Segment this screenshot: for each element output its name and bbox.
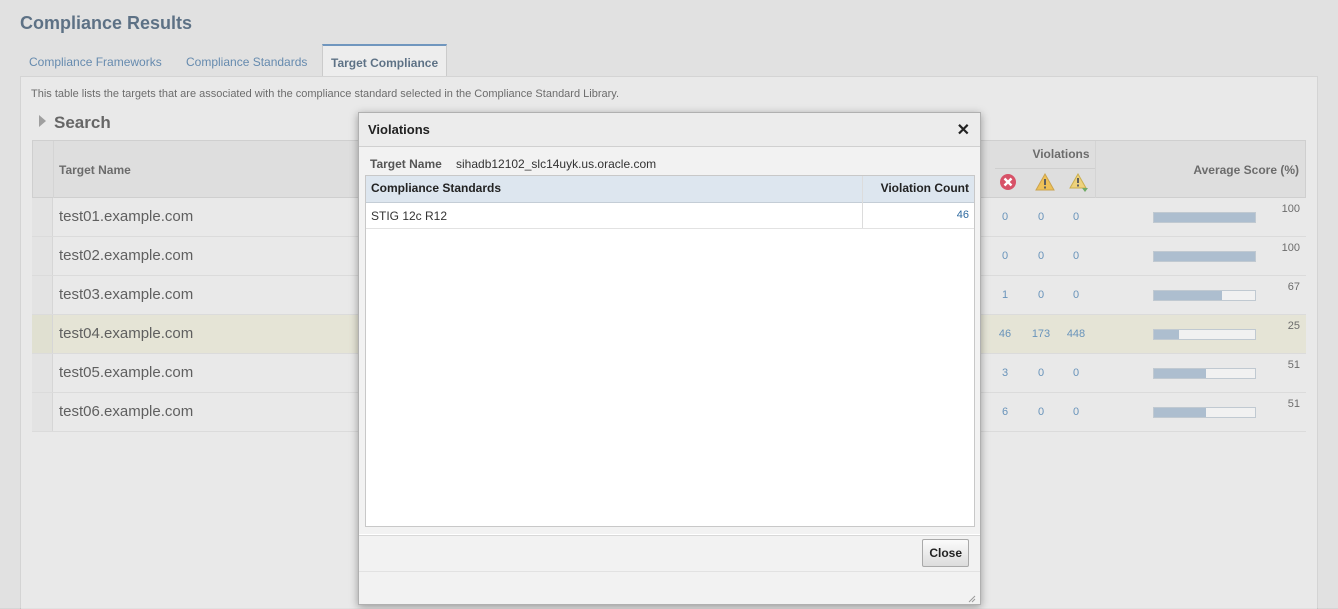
violations-table: Compliance Standards Violation Count STI… (365, 175, 975, 527)
target-name-value: sihadb12102_slc14uyk.us.oracle.com (456, 157, 657, 171)
resize-grip-icon[interactable] (966, 590, 976, 603)
dialog-footer: Close (359, 535, 980, 604)
violation-count-link[interactable]: 46 (957, 209, 969, 221)
compliance-standard-name: STIG 12c R12 (371, 209, 448, 223)
dialog-title: Violations (368, 122, 430, 137)
table-row[interactable]: STIG 12c R12 46 (366, 203, 974, 229)
target-name-label: Target Name (370, 157, 442, 171)
column-header-compliance-standards[interactable]: Compliance Standards (371, 181, 501, 195)
violations-table-header: Compliance Standards Violation Count (366, 176, 974, 203)
column-header-violation-count[interactable]: Violation Count (881, 181, 969, 195)
dialog-body: Target Name sihadb12102_slc14uyk.us.orac… (359, 147, 980, 534)
violations-dialog: Violations ✕ Target Name sihadb12102_slc… (358, 112, 981, 605)
close-button[interactable]: Close (922, 539, 969, 567)
dialog-header[interactable]: Violations ✕ (359, 113, 980, 147)
close-icon[interactable]: ✕ (957, 120, 970, 140)
